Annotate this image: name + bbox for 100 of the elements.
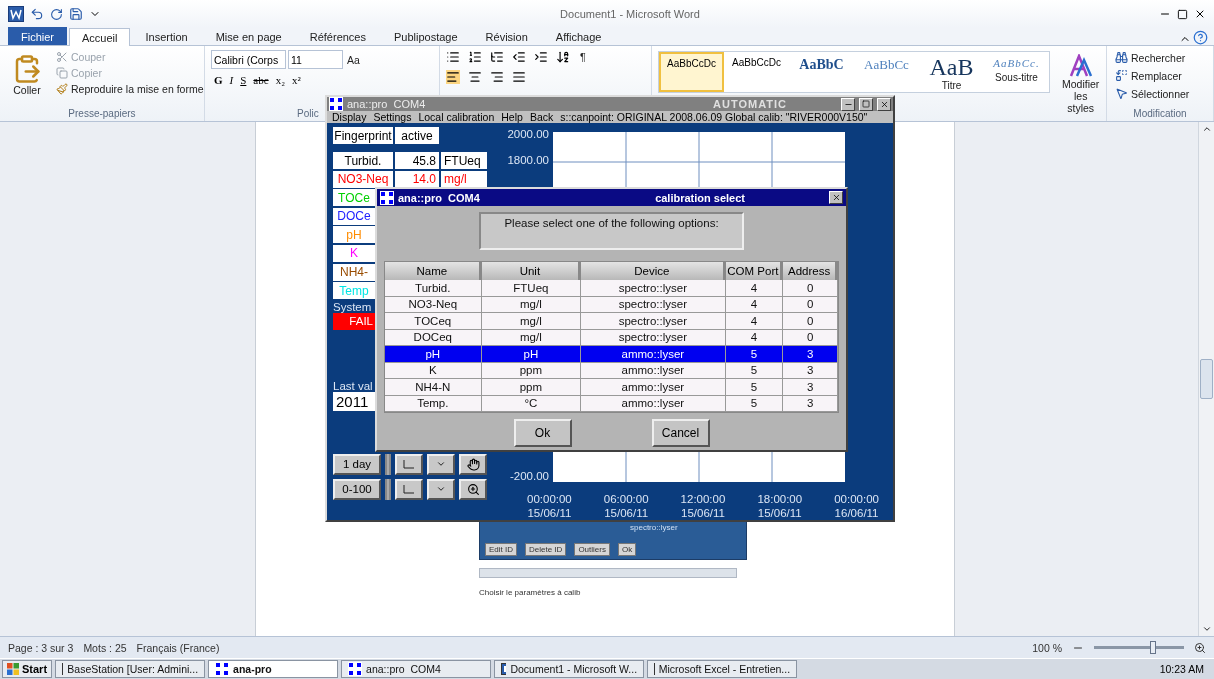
window-title: ana::pro COM4 — [347, 98, 426, 110]
zoom-button[interactable] — [459, 478, 487, 500]
justify-icon[interactable] — [512, 70, 526, 84]
taskbar-button[interactable]: BaseStation [User: Admini... — [55, 660, 206, 678]
bullets-icon[interactable] — [446, 50, 460, 64]
menu-item[interactable]: Settings — [373, 111, 412, 123]
close-button[interactable] — [829, 191, 843, 204]
editing-command[interactable]: Remplacer — [1113, 68, 1192, 83]
pilcrow-button[interactable]: ¶ — [578, 50, 588, 64]
menu-item[interactable]: Help — [501, 111, 523, 123]
axis-label: 1800.00 — [507, 154, 549, 166]
table-cell: 4 — [725, 313, 784, 330]
numbering-icon[interactable] — [468, 50, 482, 64]
page-count: Page : 3 sur 3 — [8, 641, 74, 654]
sort-icon[interactable] — [556, 50, 570, 64]
style-item[interactable]: AaBbCcDc — [659, 52, 724, 92]
format-x-button[interactable] — [427, 453, 455, 475]
scroll-down-icon[interactable] — [1201, 624, 1212, 634]
flag-icon — [7, 663, 19, 675]
format-button[interactable]: G — [211, 74, 226, 86]
table-row[interactable]: TOCeq mg/l spectro::lyser 4 0 — [385, 313, 838, 330]
range-button[interactable]: 1 day — [333, 453, 381, 475]
format-button[interactable]: abc — [250, 74, 272, 86]
table-cell: 3 — [783, 346, 838, 363]
column-header[interactable]: Name — [385, 262, 482, 280]
pan-button[interactable] — [459, 453, 487, 475]
column-header[interactable]: Unit — [481, 262, 582, 280]
indent-increase-icon[interactable] — [534, 50, 548, 64]
taskbar-button[interactable]: ana::pro COM4 — [341, 660, 492, 678]
grid-icon — [348, 662, 363, 676]
menu-item[interactable]: Back — [529, 111, 554, 123]
align-center-icon[interactable] — [468, 70, 482, 84]
table-row[interactable]: NH4-N ppm ammo::lyser 5 3 — [385, 379, 838, 396]
binoculars-icon — [1115, 51, 1128, 64]
case-button[interactable]: Aa — [345, 52, 362, 67]
redo-icon[interactable] — [50, 7, 63, 21]
zoom-y-button[interactable] — [395, 478, 423, 500]
clipboard-command[interactable]: Reproduire la mise en forme — [54, 82, 206, 96]
format-y-button[interactable] — [427, 478, 455, 500]
column-header[interactable]: Address — [783, 262, 838, 280]
parameter-name: Turbid. — [333, 152, 395, 169]
ribbon-tab[interactable]: Références — [296, 27, 379, 45]
paste-button[interactable]: Coller — [6, 50, 48, 104]
window-title: Document1 - Microsoft Word — [559, 8, 701, 20]
message-text: Please select one of the following options: — [504, 217, 719, 231]
document-text: Choisir le paramètres à calib — [479, 588, 582, 597]
ribbon-tab[interactable]: Révision — [472, 27, 541, 45]
column-header[interactable]: Device — [581, 262, 726, 280]
table-row[interactable]: pH pH ammo::lyser 5 3 — [385, 346, 838, 363]
ribbon-tab[interactable]: Fichier — [8, 27, 67, 45]
maximize-button[interactable] — [859, 97, 873, 111]
align-left-icon[interactable] — [446, 70, 460, 84]
menu-item[interactable]: Display — [332, 111, 367, 123]
ribbon-tab[interactable]: Affichage — [542, 27, 615, 45]
help-icon[interactable] — [1193, 30, 1208, 45]
format-button[interactable]: x² — [288, 74, 304, 86]
format-button[interactable]: S — [237, 74, 250, 86]
taskbar-button[interactable]: ana-pro — [208, 660, 339, 678]
multilevel-icon[interactable] — [490, 50, 504, 64]
taskbar-button[interactable]: Microsoft Excel - Entretien... — [647, 660, 798, 678]
minimize-button[interactable] — [841, 97, 855, 111]
ribbon-tab[interactable]: Accueil — [69, 28, 131, 46]
undo-icon[interactable] — [30, 7, 44, 21]
slider-thumb[interactable] — [1149, 641, 1156, 654]
indent-decrease-icon[interactable] — [512, 50, 526, 64]
modify-styles-button[interactable]: Modifier les styles — [1056, 50, 1106, 117]
style-sample: AaBbCcDc — [667, 58, 716, 69]
save-icon[interactable] — [69, 7, 83, 21]
close-button[interactable] — [877, 97, 891, 111]
editing-command[interactable]: Rechercher — [1113, 50, 1192, 65]
range-button[interactable]: 0-100 — [333, 478, 381, 500]
taskbar-button[interactable]: Document1 - Microsoft W... — [494, 660, 645, 678]
zoom-x-button[interactable] — [395, 453, 423, 475]
scroll-thumb[interactable] — [1200, 359, 1213, 399]
scrollbar[interactable] — [1198, 122, 1214, 636]
menu-item[interactable]: Local calibration — [418, 111, 495, 123]
align-right-icon[interactable] — [490, 70, 504, 84]
column-header[interactable]: COM Port — [725, 262, 784, 280]
dialog-button[interactable]: Cancel — [651, 419, 710, 447]
last-value-field: 2011 — [333, 391, 375, 411]
format-button[interactable]: I — [226, 74, 237, 86]
zoom-in-icon[interactable] — [1194, 641, 1206, 654]
format-button[interactable]: x₂ — [272, 74, 288, 86]
editing-command[interactable]: Sélectionner — [1113, 86, 1192, 101]
scissors-icon — [56, 51, 68, 63]
parameter-name: Temp — [333, 282, 377, 300]
scroll-up-icon[interactable] — [1201, 124, 1212, 134]
start-button[interactable]: Start — [2, 660, 53, 678]
device-label: spectro::lyser — [630, 523, 678, 532]
table-cell: spectro::lyser — [581, 280, 726, 297]
table-cell: Turbid. — [385, 280, 482, 297]
font-field[interactable]: Calibri (Corps — [211, 50, 286, 69]
close-icon[interactable] — [1194, 8, 1206, 20]
dialog-button[interactable]: Ok — [513, 419, 572, 447]
ribbon-tab[interactable]: Mise en page — [202, 27, 295, 45]
restore-icon[interactable] — [1177, 8, 1188, 20]
table-row[interactable]: Turbid. FTUeq spectro::lyser 4 0 — [385, 280, 838, 297]
ribbon-tab[interactable]: Publipostage — [381, 27, 471, 45]
ribbon-tab[interactable]: Insertion — [132, 27, 201, 45]
size-field[interactable]: 11 — [288, 50, 343, 69]
